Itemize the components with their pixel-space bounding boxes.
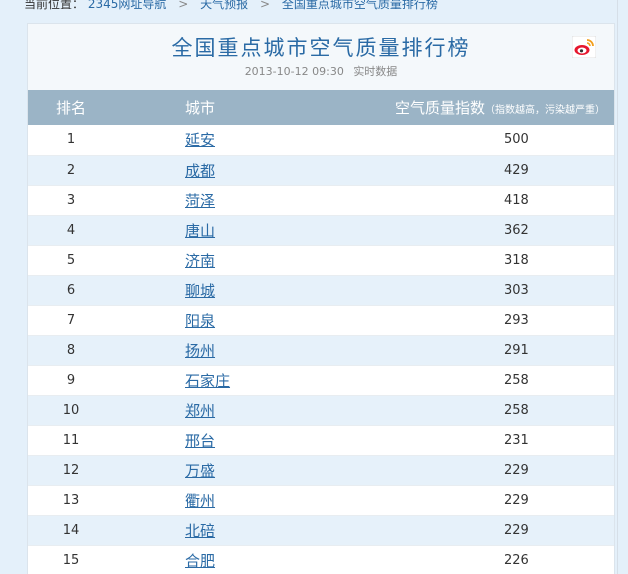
page-subtitle: 2013-10-12 09:30 实时数据 bbox=[28, 63, 614, 79]
breadcrumb-link-weather[interactable]: 天气预报 bbox=[200, 0, 248, 11]
rank-cell: 4 bbox=[66, 222, 76, 238]
city-cell: 北碚 bbox=[114, 515, 345, 545]
rank-cell: 11 bbox=[62, 432, 80, 448]
city-cell: 成都 bbox=[114, 155, 345, 185]
city-cell: 郑州 bbox=[114, 395, 345, 425]
table-row: 11 邢台 231 bbox=[28, 425, 614, 455]
table-row: 13 衢州 229 bbox=[28, 485, 614, 515]
table-row: 3 菏泽 418 bbox=[28, 185, 614, 215]
city-link[interactable]: 扬州 bbox=[185, 342, 215, 360]
city-cell: 唐山 bbox=[114, 215, 345, 245]
table-row: 5 济南 318 bbox=[28, 245, 614, 275]
city-link[interactable]: 北碚 bbox=[185, 522, 215, 540]
rank-cell: 3 bbox=[66, 192, 76, 208]
aqi-cell: 362 bbox=[504, 222, 529, 238]
city-link[interactable]: 合肥 bbox=[185, 552, 215, 570]
table-header-row: 排名 城市 空气质量指数（指数越高，污染越严重） bbox=[28, 90, 614, 125]
rank-cell: 9 bbox=[66, 372, 76, 388]
city-link[interactable]: 聊城 bbox=[185, 282, 215, 300]
city-cell: 菏泽 bbox=[114, 185, 345, 215]
rank-cell: 13 bbox=[62, 492, 80, 508]
table-row: 9 石家庄 258 bbox=[28, 365, 614, 395]
aqi-cell: 429 bbox=[504, 162, 529, 178]
aqi-cell: 258 bbox=[504, 372, 529, 388]
table-row: 10 郑州 258 bbox=[28, 395, 614, 425]
city-link[interactable]: 成都 bbox=[185, 162, 215, 180]
table-row: 12 万盛 229 bbox=[28, 455, 614, 485]
realtime-data-label: 实时数据 bbox=[353, 65, 398, 78]
rank-cell: 7 bbox=[66, 312, 76, 328]
table-body: 1 延安 500 2 成都 429 3 菏泽 418 4 唐山 362 5 济南 318 6 聊城 303 7 阳泉 2… bbox=[28, 125, 614, 574]
table-row: 8 扬州 291 bbox=[28, 335, 614, 365]
city-cell: 聊城 bbox=[114, 275, 345, 305]
table-row: 1 延安 500 bbox=[28, 125, 614, 155]
aqi-cell: 418 bbox=[504, 192, 529, 208]
city-cell: 延安 bbox=[114, 125, 345, 155]
table-row: 7 阳泉 293 bbox=[28, 305, 614, 335]
breadcrumb-separator: > bbox=[178, 0, 189, 11]
rank-cell: 12 bbox=[62, 462, 80, 478]
city-cell: 万盛 bbox=[114, 455, 345, 485]
table-row: 6 聊城 303 bbox=[28, 275, 614, 305]
city-cell: 合肥 bbox=[114, 545, 345, 574]
rank-cell: 6 bbox=[66, 282, 76, 298]
city-link[interactable]: 衢州 bbox=[185, 492, 215, 510]
aqi-cell: 229 bbox=[504, 522, 529, 538]
aqi-ranking-table: 排名 城市 空气质量指数（指数越高，污染越严重） 1 延安 500 2 成都 429 3 菏泽… bbox=[28, 90, 614, 574]
rank-cell: 5 bbox=[66, 252, 76, 268]
table-row: 14 北碚 229 bbox=[28, 515, 614, 545]
column-header-rank: 排名 bbox=[55, 99, 86, 117]
page-title: 全国重点城市空气质量排行榜 bbox=[171, 36, 471, 60]
city-link[interactable]: 唐山 bbox=[185, 222, 215, 240]
aqi-cell: 318 bbox=[504, 252, 529, 268]
breadcrumb-link-home[interactable]: 2345网址导航 bbox=[88, 0, 167, 11]
table-row: 15 合肥 226 bbox=[28, 545, 614, 574]
breadcrumb: 当前位置： 2345网址导航 > 天气预报 > 全国重点城市空气质量排行榜 bbox=[0, 0, 628, 13]
city-cell: 济南 bbox=[114, 245, 345, 275]
aqi-cell: 291 bbox=[504, 342, 529, 358]
aqi-cell: 303 bbox=[504, 282, 529, 298]
city-cell: 邢台 bbox=[114, 425, 345, 455]
aqi-header-note: （指数越高，污染越严重） bbox=[485, 105, 606, 116]
column-header-city: 城市 bbox=[185, 99, 216, 117]
aqi-cell: 231 bbox=[504, 432, 529, 448]
page: 当前位置： 2345网址导航 > 天气预报 > 全国重点城市空气质量排行榜 全国… bbox=[0, 0, 628, 574]
card-header: 全国重点城市空气质量排行榜 2013-10-12 09:30 实时数据 bbox=[28, 24, 614, 91]
table-row: 2 成都 429 bbox=[28, 155, 614, 185]
update-timestamp: 2013-10-12 09:30 bbox=[244, 65, 344, 78]
ranking-card: 全国重点城市空气质量排行榜 2013-10-12 09:30 实时数据 排名 城… bbox=[27, 23, 615, 574]
aqi-cell: 293 bbox=[504, 312, 529, 328]
column-header-aqi: 空气质量指数（指数越高，污染越严重） bbox=[345, 90, 614, 125]
aqi-cell: 229 bbox=[504, 492, 529, 508]
rank-cell: 14 bbox=[62, 522, 80, 538]
city-cell: 阳泉 bbox=[114, 305, 345, 335]
city-link[interactable]: 邢台 bbox=[185, 432, 215, 450]
weibo-icon[interactable] bbox=[571, 35, 597, 59]
city-link[interactable]: 万盛 bbox=[185, 462, 215, 480]
rank-cell: 1 bbox=[66, 132, 76, 148]
aqi-cell: 500 bbox=[504, 132, 529, 148]
breadcrumb-prefix: 当前位置： bbox=[24, 0, 85, 11]
city-link[interactable]: 石家庄 bbox=[185, 372, 230, 390]
city-link[interactable]: 郑州 bbox=[185, 402, 215, 420]
aqi-cell: 258 bbox=[504, 402, 529, 418]
rank-cell: 10 bbox=[62, 402, 80, 418]
city-link[interactable]: 阳泉 bbox=[185, 312, 215, 330]
breadcrumb-separator: > bbox=[259, 0, 271, 11]
city-cell: 扬州 bbox=[114, 335, 345, 365]
city-cell: 石家庄 bbox=[114, 365, 345, 395]
rank-cell: 15 bbox=[62, 552, 80, 568]
aqi-cell: 229 bbox=[504, 462, 529, 478]
city-link[interactable]: 菏泽 bbox=[185, 192, 215, 210]
breadcrumb-link-current[interactable]: 全国重点城市空气质量排行榜 bbox=[282, 0, 438, 11]
city-link[interactable]: 济南 bbox=[185, 252, 215, 270]
city-cell: 衢州 bbox=[114, 485, 345, 515]
aqi-header-label: 空气质量指数 bbox=[395, 99, 486, 117]
edge-divider bbox=[617, 0, 618, 574]
city-link[interactable]: 延安 bbox=[185, 131, 215, 149]
table-row: 4 唐山 362 bbox=[28, 215, 614, 245]
rank-cell: 2 bbox=[66, 162, 76, 178]
rank-cell: 8 bbox=[66, 342, 76, 358]
aqi-cell: 226 bbox=[504, 552, 529, 568]
